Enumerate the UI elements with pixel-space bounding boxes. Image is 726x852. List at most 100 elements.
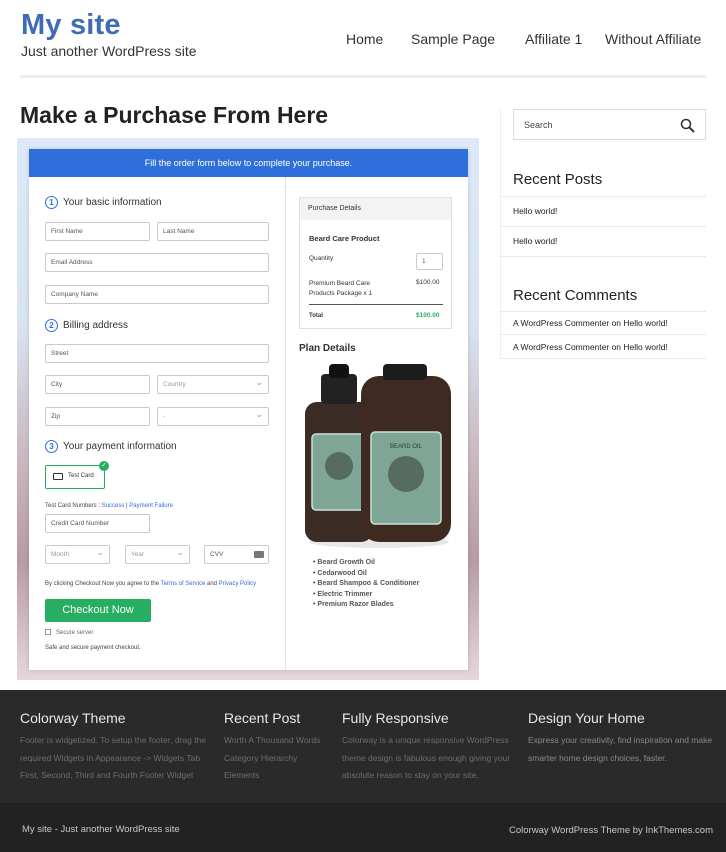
recent-post-link[interactable]: Hello world!: [513, 236, 557, 246]
section-payment: 3 Your payment information: [45, 440, 177, 453]
state-select[interactable]: -: [157, 407, 269, 426]
section-title: Your payment information: [63, 441, 177, 452]
comment-post-link[interactable]: Hello world!: [623, 318, 667, 328]
footer-col2-text[interactable]: Worth A Thousand Words Category Hierarch…: [224, 732, 332, 785]
company-field[interactable]: Company Name: [45, 285, 269, 304]
total-amount: $100.00: [416, 312, 440, 319]
widget-divider: [501, 256, 706, 257]
failure-link[interactable]: Payment Failure: [129, 503, 173, 509]
page-title: Make a Purchase From Here: [20, 102, 329, 128]
section-billing: 2 Billing address: [45, 319, 128, 332]
form-banner: Fill the order form below to complete yo…: [29, 149, 468, 177]
test-numbers-label: Test Card Numbers :: [45, 503, 102, 509]
footer-col1-title: Colorway Theme: [20, 710, 126, 726]
comment-author-link[interactable]: A WordPress Commenter: [513, 318, 609, 328]
footer-col1-text: Footer is widgetized. To setup the foote…: [20, 735, 207, 780]
secure-label: Secure server: [56, 630, 94, 636]
widget-divider: [501, 226, 706, 227]
recent-posts-title: Recent Posts: [513, 171, 603, 188]
card-icon: [254, 551, 264, 558]
email-field[interactable]: Email Address: [45, 253, 269, 272]
checkout-form: Fill the order form below to complete yo…: [29, 149, 468, 670]
nav-without-affiliate[interactable]: Without Affiliate: [605, 31, 701, 47]
city-field[interactable]: City: [45, 375, 150, 394]
step-number: 1: [45, 196, 58, 209]
site-title[interactable]: My site: [21, 9, 121, 42]
comment-on: on: [609, 342, 624, 352]
section-basic-info: 1 Your basic information: [45, 196, 162, 209]
card-number-field[interactable]: Credit Card Number: [45, 514, 150, 533]
quantity-input[interactable]: 1: [416, 253, 443, 270]
plan-details-title: Plan Details: [299, 343, 356, 354]
plan-feature: • Beard Shampoo & Conditioner: [313, 580, 420, 587]
form-divider: [285, 177, 286, 670]
purchase-details: Purchase Details Beard Care Product Quan…: [299, 197, 452, 329]
comment-post-link[interactable]: Hello world!: [623, 342, 667, 352]
plan-feature: • Premium Razor Blades: [313, 601, 394, 608]
footer-theme-credit[interactable]: Colorway WordPress Theme by InkThemes.co…: [509, 825, 713, 836]
footer-site-credit[interactable]: My site - Just another WordPress site: [22, 824, 180, 835]
zip-field[interactable]: Zip: [45, 407, 150, 426]
step-number: 3: [45, 440, 58, 453]
recent-comments-title: Recent Comments: [513, 287, 638, 304]
section-title: Your basic information: [63, 197, 162, 208]
checkout-button[interactable]: Checkout Now: [45, 599, 151, 622]
product-image: BEARD OIL: [305, 364, 451, 548]
quantity-label: Quantity: [309, 255, 334, 262]
country-select[interactable]: Country: [157, 375, 269, 394]
first-name-field[interactable]: First Name: [45, 222, 150, 241]
footer-col2-title: Recent Post: [224, 710, 301, 726]
plan-feature-list: • Beard Growth Oil • Cedarwood Oil • Bea…: [313, 558, 419, 611]
footer-col3-title: Fully Responsive: [342, 710, 449, 726]
plan-feature: • Beard Growth Oil: [313, 559, 375, 566]
month-select[interactable]: Month: [45, 545, 110, 564]
secure-server: Secure server: [45, 629, 93, 636]
check-icon: ✓: [99, 461, 109, 471]
year-select[interactable]: Year: [125, 545, 190, 564]
footer-col3-text: Colorway is a unique responsive WordPres…: [342, 735, 511, 780]
terms-text: By clicking Checkout Now you agree to th…: [45, 581, 256, 587]
widget-divider: [501, 196, 706, 197]
recent-post-link[interactable]: Hello world!: [513, 206, 557, 216]
lock-icon: [45, 629, 51, 635]
widget-divider: [501, 311, 706, 312]
nav-home[interactable]: Home: [346, 31, 383, 47]
nav-sample-page[interactable]: Sample Page: [411, 31, 495, 47]
plan-feature: • Electric Trimmer: [313, 590, 373, 598]
test-card-label: Test Card: [68, 473, 94, 479]
recent-comment: A WordPress Commenter on Hello world!: [513, 318, 668, 328]
total-label: Total: [309, 313, 323, 319]
cvv-field[interactable]: CVV: [204, 545, 269, 564]
test-card-option[interactable]: Test Card ✓: [45, 461, 109, 489]
search-input[interactable]: Search: [513, 109, 706, 140]
step-number: 2: [45, 319, 58, 332]
purchase-details-header: Purchase Details: [300, 198, 451, 220]
success-link[interactable]: Success: [102, 503, 125, 509]
plan-feature: • Cedarwood Oil: [313, 569, 367, 577]
terms-link[interactable]: Terms of Service: [161, 581, 206, 587]
nav-affiliate-1[interactable]: Affiliate 1: [525, 31, 582, 47]
item-price: $100.00: [416, 279, 440, 286]
street-field[interactable]: Street: [45, 344, 269, 363]
last-name-field[interactable]: Last Name: [157, 222, 269, 241]
bottle-label-text: BEARD OIL: [390, 444, 423, 450]
comment-on: on: [609, 318, 624, 328]
widget-divider: [501, 358, 706, 359]
search-icon[interactable]: [680, 118, 695, 133]
total-divider: [309, 304, 443, 305]
item-description: Premium Beard Care Products Package x 1: [309, 280, 373, 297]
safe-checkout-text: Safe and secure payment checkout.: [45, 645, 141, 651]
footer-col4-text: Express your creativity, find inspiratio…: [528, 735, 713, 763]
sidebar-border: [500, 109, 501, 359]
footer-col4-title: Design Your Home: [528, 710, 645, 726]
cvv-label: CVV: [210, 551, 224, 558]
comment-author-link[interactable]: A WordPress Commenter: [513, 342, 609, 352]
privacy-link[interactable]: Privacy Policy: [219, 581, 256, 587]
terms-and: and: [205, 581, 219, 587]
header-divider: [20, 75, 706, 78]
widget-divider: [501, 334, 706, 335]
test-card-numbers: Test Card Numbers : Success | Payment Fa…: [45, 503, 173, 509]
section-title: Billing address: [63, 320, 129, 331]
search-placeholder: Search: [524, 120, 553, 130]
card-icon: [53, 473, 63, 480]
